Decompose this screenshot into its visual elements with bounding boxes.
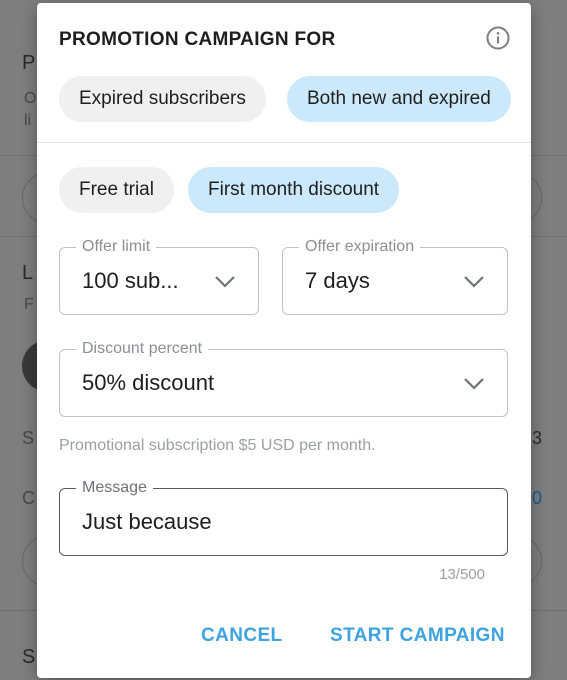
chevron-down-icon [464,276,484,288]
bg-heading: S [22,646,36,668]
discount-percent-value: 50% discount [82,370,215,395]
chip-expired-subscribers[interactable]: Expired subscribers [59,76,266,122]
message-input[interactable]: Message Just because [59,479,508,556]
chevron-down-icon [464,378,484,390]
discount-percent-label: Discount percent [76,340,209,358]
bg-text: C [22,488,35,508]
info-icon[interactable] [485,25,511,51]
bg-text: O [24,90,37,107]
cancel-button[interactable]: CANCEL [201,625,283,647]
dialog-title: PROMOTION CAMPAIGN FOR [59,29,336,50]
chip-both-new-and-expired[interactable]: Both new and expired [287,76,511,122]
message-label: Message [76,479,153,497]
offer-limit-value: 100 sub... [82,268,179,293]
offer-limit-label: Offer limit [76,238,157,256]
bg-text: 3 [532,428,543,448]
start-campaign-button[interactable]: START CAMPAIGN [330,625,505,647]
bg-text: F [24,296,34,313]
bg-text: li [24,112,32,129]
discount-percent-select[interactable]: Discount percent 50% discount [59,340,508,417]
chip-free-trial[interactable]: Free trial [59,167,174,213]
promo-helper-text: Promotional subscription $5 USD per mont… [59,437,376,454]
bg-heading: P [22,52,36,74]
bg-text: S [22,428,35,448]
chevron-down-icon [215,276,235,288]
character-counter: 13/500 [439,566,485,583]
section-divider [37,142,531,143]
promotion-campaign-dialog: PROMOTION CAMPAIGN FOR Expired subscribe… [37,3,531,678]
bg-heading: L [22,262,34,284]
offer-expiration-label: Offer expiration [299,238,421,256]
chip-first-month-discount[interactable]: First month discount [188,167,400,213]
bg-text: 0 [532,488,543,508]
offer-expiration-select[interactable]: Offer expiration 7 days [282,238,508,315]
message-value[interactable]: Just because [82,509,212,535]
offer-expiration-value: 7 days [305,268,370,293]
offer-limit-select[interactable]: Offer limit 100 sub... [59,238,259,315]
